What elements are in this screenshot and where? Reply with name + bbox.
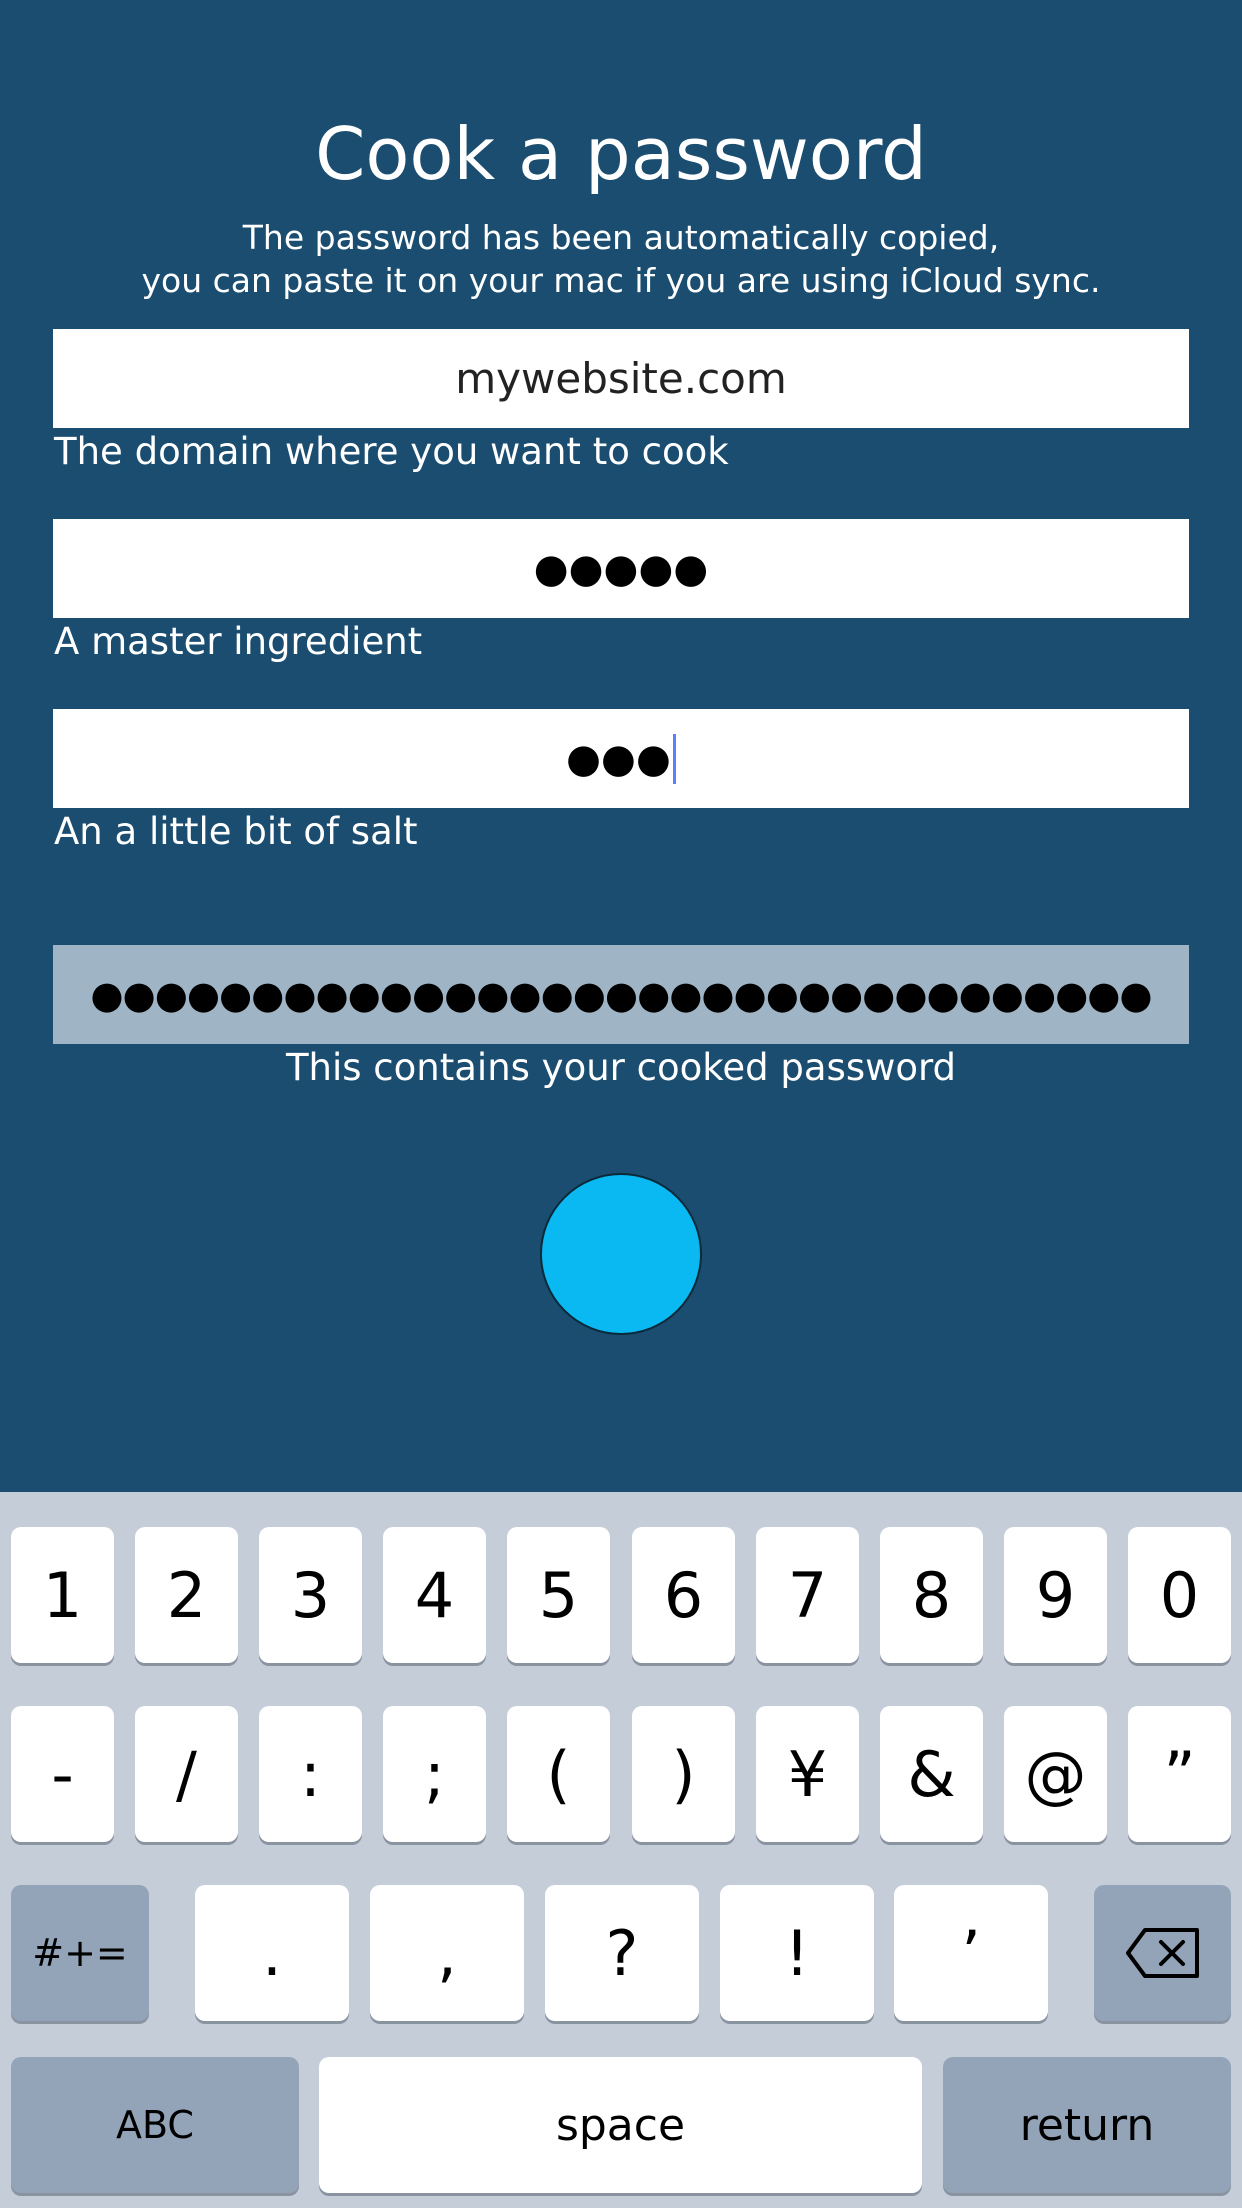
key-5[interactable]: 5 <box>507 1527 610 1663</box>
key-8[interactable]: 8 <box>880 1527 983 1663</box>
app-screen: Cook a password The password has been au… <box>0 0 1242 1492</box>
key-close-paren[interactable]: ) <box>632 1706 735 1842</box>
key-period[interactable]: . <box>195 1885 349 2021</box>
domain-input-label: The domain where you want to cook <box>54 430 729 473</box>
cooked-password-value: ●●●●●●●●●●●●●●●●●●●●●●●●●●●●●●●●● <box>90 972 1152 1017</box>
salt-label: An a little bit of salt <box>54 810 418 853</box>
backspace-icon <box>1125 1928 1199 1978</box>
salt-value: ●●● <box>566 735 671 782</box>
key-3[interactable]: 3 <box>259 1527 362 1663</box>
cooked-password-field[interactable]: ●●●●●●●●●●●●●●●●●●●●●●●●●●●●●●●●● <box>53 945 1189 1044</box>
domain-input-value: mywebsite.com <box>455 354 787 403</box>
keyboard: 1 2 3 4 5 6 7 8 9 0 - / : ; ( ) ¥ & @ ” … <box>0 1492 1242 2208</box>
domain-input[interactable]: mywebsite.com <box>53 329 1189 428</box>
abc-key[interactable]: ABC <box>11 2057 299 2193</box>
return-key[interactable]: return <box>943 2057 1231 2193</box>
subtitle-line-1: The password has been automatically copi… <box>242 218 1000 257</box>
more-symbols-key[interactable]: #+= <box>11 1885 149 2021</box>
key-exclamation[interactable]: ! <box>720 1885 874 2021</box>
key-4[interactable]: 4 <box>383 1527 486 1663</box>
key-semicolon[interactable]: ; <box>383 1706 486 1842</box>
key-question[interactable]: ? <box>545 1885 699 2021</box>
key-colon[interactable]: : <box>259 1706 362 1842</box>
key-6[interactable]: 6 <box>632 1527 735 1663</box>
master-password-input[interactable]: ●●●●● <box>53 519 1189 618</box>
master-password-label: A master ingredient <box>54 620 423 663</box>
key-quote[interactable]: ” <box>1128 1706 1231 1842</box>
key-9[interactable]: 9 <box>1004 1527 1107 1663</box>
master-password-value: ●●●●● <box>533 545 709 592</box>
cooked-password-label: This contains your cooked password <box>285 1046 957 1089</box>
key-yen[interactable]: ¥ <box>756 1706 859 1842</box>
text-caret <box>672 733 676 784</box>
cook-button[interactable] <box>540 1173 702 1335</box>
key-2[interactable]: 2 <box>135 1527 238 1663</box>
key-at[interactable]: @ <box>1004 1706 1107 1842</box>
page-subtitle: The password has been automatically copi… <box>0 216 1242 302</box>
space-key[interactable]: space <box>319 2057 922 2193</box>
key-1[interactable]: 1 <box>11 1527 114 1663</box>
key-hyphen[interactable]: - <box>11 1706 114 1842</box>
subtitle-line-2: you can paste it on your mac if you are … <box>141 261 1101 300</box>
key-comma[interactable]: , <box>370 1885 524 2021</box>
key-open-paren[interactable]: ( <box>507 1706 610 1842</box>
key-apostrophe[interactable]: ’ <box>894 1885 1048 2021</box>
salt-input[interactable]: ●●● <box>53 709 1189 808</box>
key-7[interactable]: 7 <box>756 1527 859 1663</box>
key-ampersand[interactable]: & <box>880 1706 983 1842</box>
key-0[interactable]: 0 <box>1128 1527 1231 1663</box>
delete-key[interactable] <box>1094 1885 1231 2021</box>
key-slash[interactable]: / <box>135 1706 238 1842</box>
page-title: Cook a password <box>315 112 927 196</box>
